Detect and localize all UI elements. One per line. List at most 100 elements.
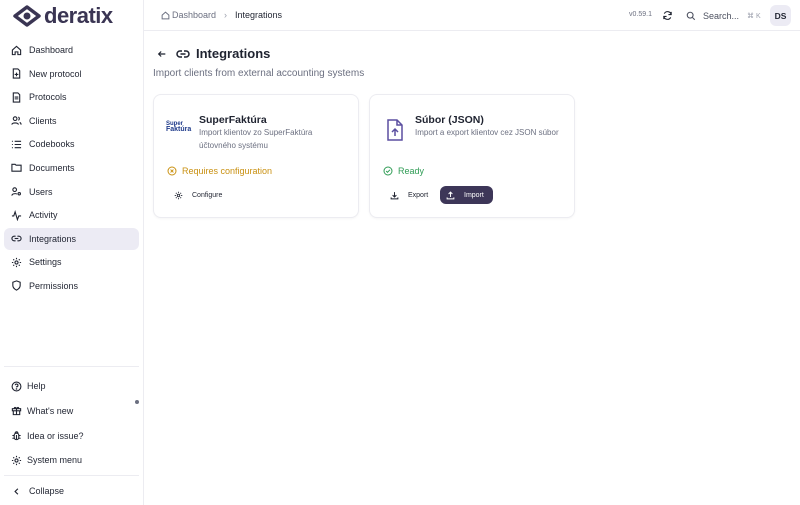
logo-text: Faktúra bbox=[166, 126, 192, 133]
sidebar-item-whats-new[interactable]: What's new bbox=[4, 399, 139, 422]
sidebar-item-label: Help bbox=[27, 381, 46, 391]
sidebar-item-label: Permissions bbox=[29, 280, 79, 291]
gift-icon bbox=[11, 405, 22, 416]
status-text: Ready bbox=[398, 166, 425, 176]
collapse-label: Collapse bbox=[29, 486, 65, 496]
sidebar: deratix Dashboard New protocol Protocols… bbox=[0, 0, 144, 505]
upload-icon bbox=[446, 190, 455, 199]
gear-icon bbox=[11, 257, 22, 268]
search-placeholder: Search... bbox=[703, 10, 740, 21]
breadcrumb-dashboard[interactable]: Dashboard bbox=[161, 10, 216, 20]
list-icon bbox=[11, 139, 22, 150]
chevron-left-icon bbox=[11, 486, 22, 497]
superfaktura-logo: Super Faktúra bbox=[166, 121, 191, 133]
sidebar-item-system-menu[interactable]: System menu bbox=[4, 449, 139, 471]
search-button[interactable]: Search... ⌘ K bbox=[681, 5, 765, 26]
integration-title: SuperFaktúra bbox=[199, 114, 267, 126]
configure-label: Configure bbox=[192, 191, 223, 199]
sidebar-item-dashboard[interactable]: Dashboard bbox=[4, 39, 139, 61]
page-title: Integrations bbox=[196, 46, 271, 61]
user-key-icon bbox=[11, 186, 22, 197]
top-bar: Dashboard › Integrations v0.59.1 Search.… bbox=[144, 0, 800, 31]
sidebar-nav: Dashboard New protocol Protocols Clients… bbox=[4, 39, 139, 299]
app-logo[interactable]: deratix bbox=[12, 3, 113, 29]
app-version: v0.59.1 bbox=[629, 11, 652, 18]
warning-circle-icon bbox=[167, 166, 177, 176]
gear-icon bbox=[11, 455, 22, 466]
sidebar-collapse: Collapse bbox=[4, 475, 139, 505]
sidebar-item-clients[interactable]: Clients bbox=[4, 110, 139, 132]
integration-card-json: Súbor (JSON) Import a export klientov ce… bbox=[369, 94, 575, 218]
avatar[interactable]: DS bbox=[770, 5, 791, 26]
sidebar-item-label: New protocol bbox=[29, 68, 82, 79]
check-circle-icon bbox=[383, 166, 393, 176]
new-indicator-dot bbox=[135, 399, 139, 404]
integration-description: Import klientov zo SuperFaktúra účtovnéh… bbox=[199, 128, 313, 150]
download-icon bbox=[390, 191, 399, 199]
sidebar-item-protocols[interactable]: Protocols bbox=[4, 86, 139, 108]
configure-button[interactable]: Configure bbox=[168, 186, 228, 204]
breadcrumb-home-label: Dashboard bbox=[172, 10, 217, 20]
sidebar-item-new-protocol[interactable]: New protocol bbox=[4, 63, 139, 85]
file-plus-icon bbox=[11, 68, 22, 79]
home-icon bbox=[11, 45, 22, 56]
import-button[interactable]: Import bbox=[440, 186, 493, 204]
shield-icon bbox=[11, 280, 22, 292]
search-shortcut: ⌘ K bbox=[747, 12, 761, 20]
sidebar-item-idea-or-issue[interactable]: Idea or issue? bbox=[4, 425, 139, 447]
sidebar-item-help[interactable]: Help bbox=[4, 375, 139, 397]
app-name: deratix bbox=[44, 3, 113, 28]
breadcrumb-separator-icon: › bbox=[224, 10, 228, 20]
back-button[interactable] bbox=[156, 48, 168, 60]
home-icon bbox=[161, 10, 170, 19]
folder-icon bbox=[11, 162, 22, 173]
users-icon bbox=[11, 115, 22, 126]
gear-icon bbox=[174, 191, 183, 199]
sidebar-item-label: Dashboard bbox=[29, 45, 74, 55]
breadcrumb-current: Integrations bbox=[235, 10, 283, 20]
collapse-button[interactable]: Collapse bbox=[4, 480, 139, 502]
main-content: Integrations Import clients from externa… bbox=[144, 32, 800, 505]
sidebar-item-settings[interactable]: Settings bbox=[4, 251, 139, 273]
arrow-left-icon bbox=[157, 50, 166, 57]
sidebar-item-codebooks[interactable]: Codebooks bbox=[4, 133, 139, 155]
sidebar-item-label: Integrations bbox=[29, 233, 77, 244]
file-text-icon bbox=[11, 92, 22, 103]
import-label: Import bbox=[464, 191, 484, 199]
sidebar-item-permissions[interactable]: Permissions bbox=[4, 275, 139, 297]
sidebar-item-label: Users bbox=[29, 186, 53, 197]
sidebar-item-label: Protocols bbox=[29, 92, 67, 103]
sidebar-item-integrations[interactable]: Integrations bbox=[4, 227, 139, 250]
sidebar-item-label: What's new bbox=[27, 405, 74, 416]
activity-icon bbox=[11, 209, 22, 221]
integration-title: Súbor (JSON) bbox=[415, 114, 484, 126]
bug-icon bbox=[11, 430, 22, 441]
integration-card-superfaktura: Super Faktúra SuperFaktúra Import klient… bbox=[153, 94, 359, 218]
sidebar-item-label: Idea or issue? bbox=[27, 430, 84, 441]
sidebar-item-users[interactable]: Users bbox=[4, 181, 139, 203]
link-icon bbox=[176, 49, 190, 58]
export-label: Export bbox=[408, 191, 429, 199]
status-badge: Requires configuration bbox=[167, 166, 272, 176]
breadcrumb: Dashboard › Integrations bbox=[161, 10, 282, 20]
sidebar-item-label: Codebooks bbox=[29, 139, 75, 150]
file-upload-icon bbox=[387, 119, 403, 141]
sidebar-item-label: Clients bbox=[29, 115, 57, 126]
integration-description: Import a export klientov cez JSON súbor bbox=[415, 128, 559, 137]
page-subtitle: Import clients from external accounting … bbox=[153, 68, 365, 79]
status-badge: Ready bbox=[383, 166, 424, 176]
status-text: Requires configuration bbox=[182, 166, 273, 176]
sidebar-item-label: System menu bbox=[27, 455, 83, 466]
sidebar-footer-nav: Help What's new Idea or issue? System me… bbox=[4, 366, 139, 474]
sidebar-item-label: Activity bbox=[29, 210, 58, 221]
sidebar-item-documents[interactable]: Documents bbox=[4, 157, 139, 179]
page-header: Integrations bbox=[156, 46, 270, 61]
sidebar-item-activity[interactable]: Activity bbox=[4, 204, 139, 226]
logo-mark-icon bbox=[13, 5, 41, 27]
search-icon bbox=[686, 11, 696, 20]
sidebar-item-label: Documents bbox=[29, 162, 75, 173]
refresh-icon[interactable] bbox=[662, 10, 673, 21]
link-icon bbox=[11, 233, 22, 244]
export-button[interactable]: Export bbox=[384, 186, 434, 204]
help-icon bbox=[11, 381, 22, 392]
